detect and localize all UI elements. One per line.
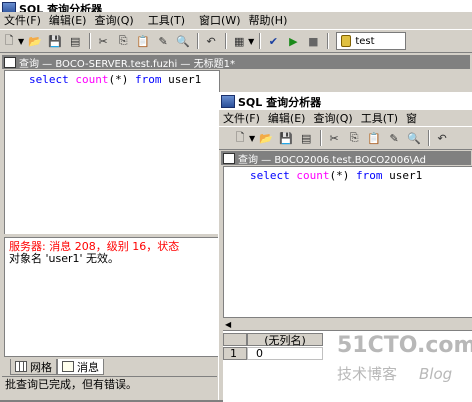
editor-gutter bbox=[224, 167, 242, 329]
new-query-icon[interactable]: 🗋 bbox=[0, 32, 18, 50]
error-detail: 对象名 'user1' 无效。 bbox=[9, 252, 120, 265]
front-title-bar[interactable]: SQL 查询分析器 bbox=[219, 93, 472, 111]
tab-grid-label: 网格 bbox=[30, 360, 52, 374]
separator bbox=[327, 33, 330, 49]
grid-row-number[interactable]: 1 bbox=[223, 347, 247, 360]
front-menubar: 文件(F) 编辑(E) 查询(Q) 工具(T) 窗 bbox=[219, 110, 472, 126]
function-count: count bbox=[75, 73, 109, 86]
back-menubar: 文件(F) 编辑(E) 查询(Q) 工具(T) 窗口(W) 帮助(H) bbox=[0, 12, 472, 28]
grid-column-header[interactable]: (无列名) bbox=[247, 333, 323, 347]
tab-grid[interactable]: 网格 bbox=[10, 359, 57, 375]
scroll-left-icon[interactable]: ◀ bbox=[225, 320, 231, 329]
messages-pane: 服务器: 消息 208，级别 16，状态 对象名 'user1' 无效。 bbox=[4, 237, 220, 357]
separator bbox=[428, 130, 431, 146]
copy-icon[interactable]: ⎘ bbox=[345, 129, 363, 147]
tab-messages[interactable]: 消息 bbox=[57, 359, 104, 375]
results-tabs: 网格 消息 bbox=[10, 357, 104, 375]
new-query-icon[interactable]: 🗋 bbox=[231, 129, 249, 147]
menu-help[interactable]: 帮助(H) bbox=[245, 12, 292, 28]
database-select[interactable]: test bbox=[336, 32, 407, 50]
chevron-down-icon[interactable]: ▼ bbox=[249, 134, 255, 143]
execute-icon[interactable]: ▶ bbox=[284, 32, 302, 50]
cut-icon[interactable]: ✂ bbox=[325, 129, 343, 147]
status-bar: 批查询已完成，但有错误。 bbox=[2, 376, 217, 391]
separator bbox=[320, 130, 323, 146]
status-text: 批查询已完成，但有错误。 bbox=[5, 378, 137, 391]
keyword-from: from bbox=[135, 73, 162, 86]
messages-icon bbox=[62, 361, 74, 372]
open-icon[interactable]: 📂 bbox=[26, 32, 44, 50]
table-name: user1 bbox=[168, 73, 202, 86]
menu-edit[interactable]: 编辑(E) bbox=[264, 110, 310, 126]
open-icon[interactable]: 📂 bbox=[257, 129, 275, 147]
separator bbox=[89, 33, 92, 49]
results-grid-icon[interactable]: ▦ bbox=[230, 32, 248, 50]
front-window: SQL 查询分析器 文件(F) 编辑(E) 查询(Q) 工具(T) 窗 🗋 ▼ 📂… bbox=[218, 92, 472, 402]
watermark-blog-cn: 技术博客 bbox=[337, 365, 398, 383]
load-icon[interactable]: ▤ bbox=[297, 129, 315, 147]
check-icon[interactable]: ✔ bbox=[264, 32, 282, 50]
menu-window[interactable]: 窗口(W) bbox=[195, 12, 244, 28]
undo-icon[interactable]: ↶ bbox=[433, 129, 451, 147]
stop-icon[interactable]: ■ bbox=[304, 32, 322, 50]
grid-corner bbox=[223, 333, 247, 346]
grid-cell[interactable]: 0 bbox=[247, 347, 323, 360]
find-icon[interactable]: 🔍 bbox=[174, 32, 192, 50]
query-icon bbox=[4, 56, 16, 68]
back-query-editor[interactable]: select count(*) from user1 bbox=[4, 70, 220, 236]
clear-icon[interactable]: ✎ bbox=[154, 32, 172, 50]
front-query-title: 查询 — BOCO2006.test.BOCO2006\Ad bbox=[238, 154, 427, 166]
menu-window[interactable]: 窗 bbox=[402, 110, 421, 126]
grid-icon bbox=[15, 361, 27, 372]
watermark-blog: Blog bbox=[419, 365, 453, 383]
query-line: select count(*) from user1 bbox=[29, 73, 201, 86]
save-icon[interactable]: 💾 bbox=[277, 129, 295, 147]
table-name: user1 bbox=[389, 169, 423, 182]
horizontal-scrollbar[interactable]: ◀ bbox=[223, 317, 472, 330]
chevron-down-icon[interactable]: ▼ bbox=[18, 37, 24, 46]
clear-icon[interactable]: ✎ bbox=[385, 129, 403, 147]
front-title: SQL 查询分析器 bbox=[238, 95, 322, 109]
query-line: select count(*) from user1 bbox=[250, 169, 422, 182]
query-icon bbox=[223, 152, 235, 164]
menu-tools[interactable]: 工具(T) bbox=[357, 110, 402, 126]
menu-query[interactable]: 查询(Q) bbox=[90, 12, 137, 28]
back-toolbar: 🗋 ▼ 📂 💾 ▤ ✂ ⎘ 📋 ✎ 🔍 ↶ ▦ ▼ ✔ ▶ ■ test bbox=[0, 29, 472, 53]
count-args: (*) bbox=[108, 73, 129, 86]
watermark-site: 51CTO.com bbox=[337, 333, 472, 358]
paste-icon[interactable]: 📋 bbox=[134, 32, 152, 50]
menu-file[interactable]: 文件(F) bbox=[0, 12, 45, 28]
chevron-down-icon[interactable]: ▼ bbox=[248, 37, 254, 46]
menu-tools[interactable]: 工具(T) bbox=[144, 12, 189, 28]
copy-icon[interactable]: ⎘ bbox=[114, 32, 132, 50]
separator bbox=[259, 33, 262, 49]
database-name: test bbox=[355, 35, 375, 47]
separator bbox=[197, 33, 200, 49]
menu-file[interactable]: 文件(F) bbox=[219, 110, 264, 126]
load-icon[interactable]: ▤ bbox=[66, 32, 84, 50]
back-query-titlebar[interactable]: 查询 — BOCO-SERVER.test.fuzhi — 无标题1* bbox=[2, 55, 470, 69]
keyword-select: select bbox=[29, 73, 69, 86]
undo-icon[interactable]: ↶ bbox=[202, 32, 220, 50]
tab-messages-label: 消息 bbox=[77, 360, 99, 374]
find-icon[interactable]: 🔍 bbox=[405, 129, 423, 147]
keyword-select: select bbox=[250, 169, 290, 182]
app-icon bbox=[221, 95, 235, 108]
save-icon[interactable]: 💾 bbox=[46, 32, 64, 50]
paste-icon[interactable]: 📋 bbox=[365, 129, 383, 147]
menu-query[interactable]: 查询(Q) bbox=[309, 110, 356, 126]
front-toolbar: 🗋 ▼ 📂 💾 ▤ ✂ ⎘ 📋 ✎ 🔍 ↶ bbox=[219, 126, 472, 150]
front-query-titlebar[interactable]: 查询 — BOCO2006.test.BOCO2006\Ad bbox=[221, 151, 471, 165]
count-args: (*) bbox=[329, 169, 350, 182]
database-icon bbox=[341, 35, 352, 47]
menu-edit[interactable]: 编辑(E) bbox=[45, 12, 91, 28]
cut-icon[interactable]: ✂ bbox=[94, 32, 112, 50]
separator bbox=[225, 33, 228, 49]
keyword-from: from bbox=[356, 169, 383, 182]
back-query-title: 查询 — BOCO-SERVER.test.fuzhi — 无标题1* bbox=[19, 58, 235, 70]
front-query-editor[interactable]: select count(*) from user1 bbox=[223, 166, 472, 330]
function-count: count bbox=[296, 169, 330, 182]
